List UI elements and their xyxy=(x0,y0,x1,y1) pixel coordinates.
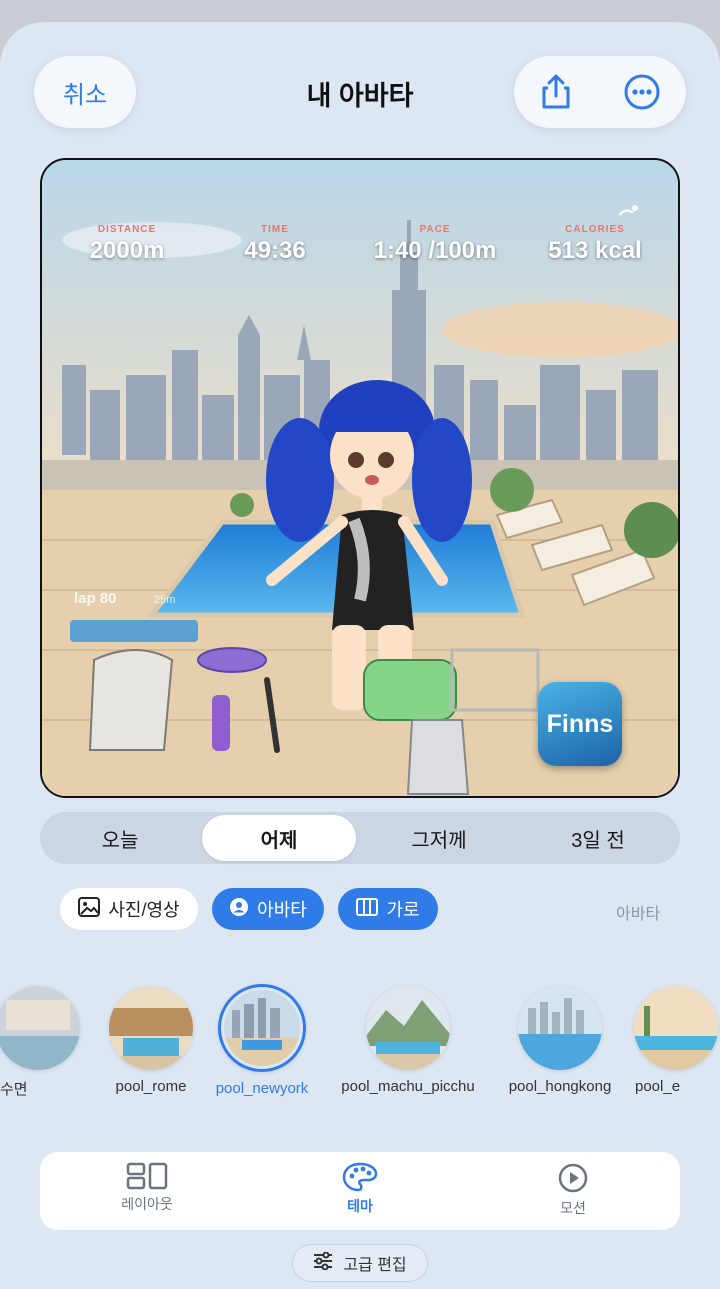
bottom-tab-bar: 레이아웃 테마 모션 xyxy=(40,1152,680,1230)
tab-theme[interactable]: 테마 xyxy=(285,1162,435,1216)
photo-video-label: 사진/영상 xyxy=(108,900,180,920)
stat-label: PACE xyxy=(419,224,451,235)
theme-item-selected[interactable]: pool_newyork xyxy=(204,984,320,1097)
play-circle-icon xyxy=(498,1162,648,1194)
tab-label: 모션 xyxy=(560,1200,586,1216)
tab-layout[interactable]: 레이아웃 xyxy=(72,1162,222,1214)
theme-thumbnail xyxy=(109,986,193,1070)
lap-text: lap 80 xyxy=(74,590,117,607)
mode-caption: 아바타 xyxy=(616,906,661,923)
header-actions xyxy=(514,56,686,128)
theme-name: pool_rome xyxy=(115,1078,187,1095)
person-icon xyxy=(229,897,249,922)
theme-name: 수면 xyxy=(0,1081,28,1098)
swimmer-icon xyxy=(618,204,640,218)
advanced-edit-button[interactable]: 고급 편집 xyxy=(292,1244,428,1282)
tab-motion[interactable]: 모션 xyxy=(498,1162,648,1218)
stat-label: TIME xyxy=(261,224,289,235)
sliders-icon xyxy=(313,1251,333,1275)
theme-item[interactable]: 수면 xyxy=(0,986,92,1099)
app-badge: Finns xyxy=(538,682,622,766)
stat-calories: CALORIES 513 kcal xyxy=(520,224,670,265)
landscape-label: 가로 xyxy=(386,900,420,920)
lap-sub: 25m xyxy=(154,594,176,606)
advanced-edit-label: 고급 편집 xyxy=(343,1257,407,1274)
avatar-scene: DISTANCE 2000m TIME 49:36 PACE 1:40 /100… xyxy=(40,158,680,798)
day-tab-three-days-ago[interactable]: 3일 전 xyxy=(521,815,675,861)
stat-distance: DISTANCE 2000m xyxy=(52,224,202,265)
stat-value: 2000m xyxy=(89,237,165,264)
theme-thumbnail xyxy=(634,986,718,1070)
image-icon xyxy=(78,896,101,922)
theme-item[interactable]: pool_rome xyxy=(100,986,202,1095)
day-tab-today[interactable]: 오늘 xyxy=(43,815,197,861)
landscape-chip[interactable]: 가로 xyxy=(338,888,438,930)
palette-icon xyxy=(285,1162,435,1192)
stat-label: DISTANCE xyxy=(97,224,157,235)
theme-name: pool_hongkong xyxy=(508,1078,612,1095)
day-segmented-control: 오늘 어제 그저께 3일 전 xyxy=(40,812,680,864)
tab-label: 레이아웃 xyxy=(121,1196,173,1212)
theme-name: pool_machu_picchu xyxy=(341,1078,475,1095)
layout-icon xyxy=(72,1162,222,1190)
stat-time: TIME 49:36 xyxy=(200,224,350,265)
columns-icon xyxy=(356,897,379,921)
theme-item[interactable]: pool_machu_picchu xyxy=(332,986,484,1095)
badge-label: Finns xyxy=(546,709,614,738)
theme-name: pool_e xyxy=(635,1078,681,1095)
theme-name: pool_newyork xyxy=(215,1080,309,1097)
day-tab-two-days-ago[interactable]: 그저께 xyxy=(362,815,516,861)
stat-value: 49:36 xyxy=(244,237,306,264)
stat-value: 513 kcal xyxy=(548,237,642,264)
avatar-chip[interactable]: 아바타 xyxy=(212,888,324,930)
stat-label: CALORIES xyxy=(565,224,625,235)
theme-item[interactable]: pool_e xyxy=(634,986,720,1095)
theme-thumbnail xyxy=(218,984,306,1072)
sheet: 취소 내 아바타 DISTANCE 2000m TIME 49:36 PACE … xyxy=(0,22,720,1289)
avatar-label: 아바타 xyxy=(257,900,307,920)
photo-video-chip[interactable]: 사진/영상 xyxy=(60,888,198,930)
theme-item[interactable]: pool_hongkong xyxy=(500,986,620,1095)
tab-label: 테마 xyxy=(347,1198,373,1214)
day-tab-yesterday[interactable]: 어제 xyxy=(202,815,356,861)
theme-thumbnail xyxy=(518,986,602,1070)
theme-thumbnail xyxy=(0,986,80,1070)
stat-value: 1:40 /100m xyxy=(373,237,497,264)
more-icon[interactable] xyxy=(623,73,661,111)
stat-pace: PACE 1:40 /100m xyxy=(360,224,510,265)
share-icon[interactable] xyxy=(539,73,573,111)
theme-thumbnail xyxy=(366,986,450,1070)
